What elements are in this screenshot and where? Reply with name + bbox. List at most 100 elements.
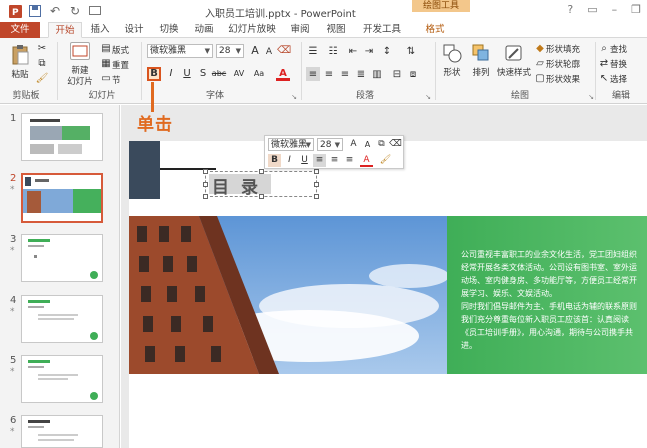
paste-icon[interactable] (8, 44, 32, 66)
tab-slideshow[interactable]: 幻灯片放映 (226, 22, 278, 38)
bold-button[interactable]: B (147, 67, 161, 81)
slide-thumbnail-1[interactable] (21, 113, 103, 161)
shape-outline-icon[interactable]: ▱ (535, 58, 545, 69)
section-button[interactable]: 节 (112, 74, 138, 86)
char-spacing-button[interactable]: AV (230, 67, 248, 81)
resize-handle[interactable] (314, 169, 319, 174)
resize-handle[interactable] (314, 194, 319, 199)
new-slide-label-line2[interactable]: 幻灯片 (62, 75, 98, 87)
resize-handle[interactable] (259, 194, 264, 199)
shape-effects-button[interactable]: 形状效果 (546, 73, 588, 85)
bullets-icon[interactable]: ☰ (306, 44, 320, 58)
mini-align-left-icon[interactable]: ≡ (313, 154, 326, 167)
help-icon[interactable]: ? (567, 3, 573, 16)
resize-handle[interactable] (203, 169, 208, 174)
find-icon[interactable]: ⌕ (599, 43, 609, 54)
resize-handle[interactable] (259, 169, 264, 174)
mini-italic-button[interactable]: I (283, 154, 296, 167)
mini-font-name-combo[interactable]: 微软雅黑 ▼ (268, 138, 314, 151)
mini-align-right-icon[interactable]: ≡ (343, 154, 356, 167)
tab-transitions[interactable]: 切换 (155, 22, 183, 38)
find-button[interactable]: 查找 (610, 43, 640, 55)
mini-bold-button[interactable]: B (268, 154, 281, 167)
slideshow-icon[interactable] (88, 4, 102, 18)
tab-home[interactable]: 开始 (48, 22, 82, 38)
grow-font-button[interactable]: A (248, 44, 262, 58)
mini-shrink-font-icon[interactable]: A (361, 138, 374, 151)
slide-thumbnail-6[interactable] (21, 415, 103, 448)
mini-paint-icon[interactable]: 🖌 (379, 154, 392, 167)
mini-font-size-combo[interactable]: 28 ▼ (317, 138, 343, 151)
font-size-combo[interactable]: 28 ▼ (216, 44, 244, 58)
shrink-font-button[interactable]: A (262, 45, 276, 59)
align-text-icon[interactable]: ⊟ (390, 67, 404, 81)
shape-fill-button[interactable]: 形状填充 (546, 43, 588, 55)
cut-icon[interactable]: ✂ (36, 42, 48, 54)
tab-developer[interactable]: 开发工具 (360, 22, 404, 38)
mini-font-color-icon[interactable]: A (360, 154, 373, 167)
slide-thumbnail-3[interactable] (21, 234, 103, 282)
quick-styles-button[interactable]: 快速样式 (496, 66, 532, 78)
tab-file[interactable]: 文件 (0, 22, 40, 38)
tab-view[interactable]: 视图 (322, 22, 350, 38)
font-color-button[interactable]: A (276, 67, 290, 81)
resize-handle[interactable] (203, 182, 208, 187)
mini-clear-icon[interactable]: ⌫ (389, 138, 402, 151)
quick-styles-icon[interactable] (503, 42, 525, 64)
restore-icon[interactable]: ❐ (631, 3, 641, 16)
numbering-icon[interactable]: ☷ (326, 44, 340, 58)
tab-format[interactable]: 格式 (420, 22, 450, 38)
ribbon-display-icon[interactable]: ▭ (587, 3, 597, 16)
decrease-indent-icon[interactable]: ⇤ (346, 44, 360, 58)
copy-icon[interactable]: ⧉ (36, 57, 48, 69)
tab-insert[interactable]: 插入 (86, 22, 114, 38)
text-direction-icon[interactable]: ⇅ (404, 44, 418, 58)
slide-title-textbox[interactable]: 目录 (203, 169, 319, 199)
clear-formatting-icon[interactable]: ⌫ (277, 44, 291, 58)
resize-handle[interactable] (314, 182, 319, 187)
arrange-icon[interactable] (470, 42, 492, 64)
format-painter-icon[interactable]: 🖌 (36, 72, 49, 84)
layout-button[interactable]: 版式 (112, 44, 138, 56)
arrange-button[interactable]: 排列 (469, 66, 493, 78)
resize-handle[interactable] (203, 194, 208, 199)
italic-button[interactable]: I (164, 67, 178, 81)
layout-icon[interactable]: ▤ (101, 43, 111, 54)
align-right-icon[interactable]: ≡ (338, 67, 352, 81)
dialog-launcher-icon[interactable]: ↘ (424, 93, 432, 101)
shape-effects-icon[interactable]: ▢ (535, 73, 545, 84)
mini-grow-font-icon[interactable]: A (347, 138, 360, 151)
new-slide-icon[interactable] (70, 42, 90, 60)
tab-review[interactable]: 审阅 (286, 22, 314, 38)
dialog-launcher-icon[interactable]: ↘ (290, 93, 298, 101)
justify-icon[interactable]: ≣ (354, 67, 368, 81)
minimize-icon[interactable]: – (612, 3, 618, 16)
shape-fill-icon[interactable]: ◆ (535, 43, 545, 54)
reset-icon[interactable]: ▦ (101, 58, 111, 69)
change-case-button[interactable]: Aa (250, 67, 268, 81)
undo-icon[interactable]: ↶ (48, 4, 62, 18)
reset-button[interactable]: 重置 (112, 59, 138, 71)
smartart-icon[interactable]: ⧈ (406, 67, 420, 81)
line-spacing-icon[interactable]: ↕ (380, 44, 394, 58)
tab-design[interactable]: 设计 (120, 22, 148, 38)
shapes-icon[interactable] (441, 42, 463, 64)
increase-indent-icon[interactable]: ⇥ (362, 44, 376, 58)
replace-icon[interactable]: ⇄ (599, 58, 609, 69)
mini-format-painter-icon[interactable]: ⧉ (375, 138, 388, 151)
section-icon[interactable]: ▭ (101, 73, 111, 84)
align-left-icon[interactable]: ≡ (306, 67, 320, 81)
redo-icon[interactable]: ↻ (68, 4, 82, 18)
align-center-icon[interactable]: ≡ (322, 67, 336, 81)
slide-thumbnail-5[interactable] (21, 355, 103, 403)
select-icon[interactable]: ↖ (599, 73, 609, 84)
shape-outline-button[interactable]: 形状轮廓 (546, 58, 588, 70)
underline-button[interactable]: U (180, 67, 194, 81)
paste-button-label[interactable]: 粘贴 (6, 68, 34, 80)
select-button[interactable]: 选择 (610, 73, 640, 85)
dialog-launcher-icon[interactable]: ↘ (587, 93, 595, 101)
replace-button[interactable]: 替换 (610, 58, 640, 70)
save-icon[interactable] (28, 4, 42, 18)
shapes-button[interactable]: 形状 (440, 66, 464, 78)
mini-align-center-icon[interactable]: ≡ (328, 154, 341, 167)
